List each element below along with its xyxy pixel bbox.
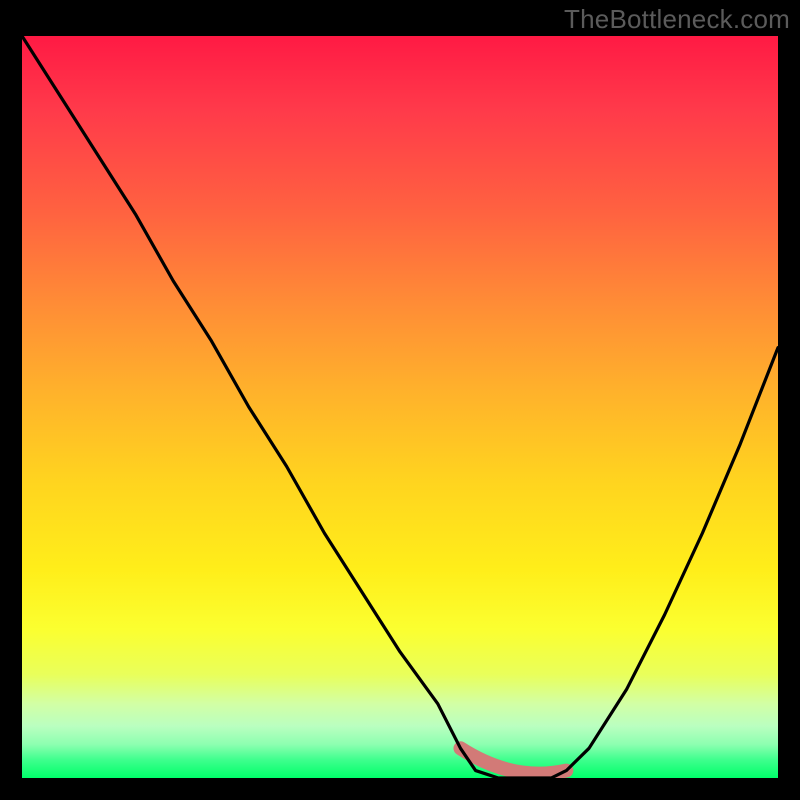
plot-area bbox=[22, 36, 778, 778]
chart-frame: TheBottleneck.com bbox=[0, 0, 800, 800]
curve-line bbox=[22, 36, 778, 778]
bottleneck-curve bbox=[22, 36, 778, 778]
watermark-text: TheBottleneck.com bbox=[564, 4, 790, 35]
